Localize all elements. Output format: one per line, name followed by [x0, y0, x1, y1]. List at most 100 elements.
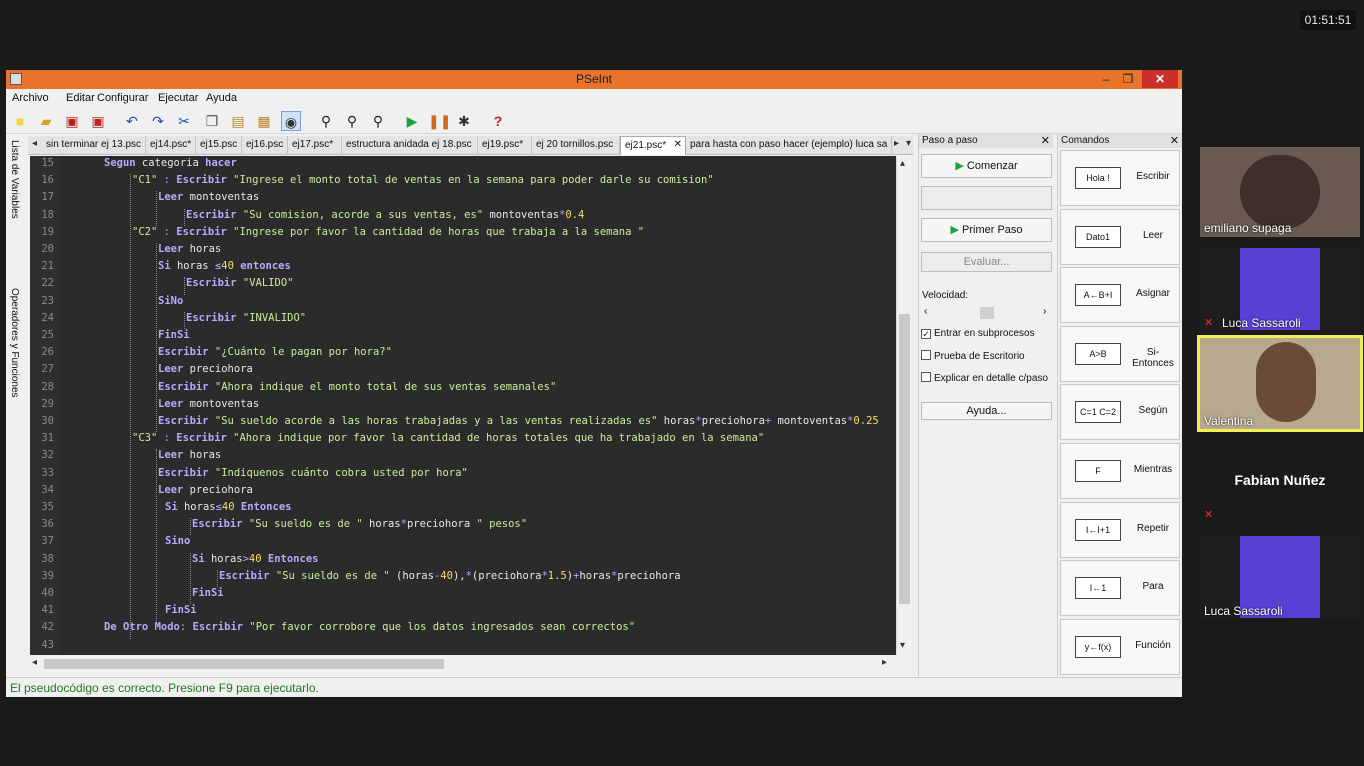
tab-file[interactable]: estructura anidada ej 18.psc: [342, 136, 478, 155]
command-leer[interactable]: Dato1 Leer: [1060, 208, 1180, 265]
find-icon[interactable]: ⚲: [316, 111, 336, 131]
evaluar-button[interactable]: Evaluar...: [921, 252, 1052, 272]
code-line[interactable]: Leer horas: [158, 243, 221, 255]
command-para[interactable]: I←1 Para: [1060, 560, 1180, 617]
redo-icon[interactable]: ↷: [148, 111, 168, 131]
new-file-icon[interactable]: ■: [10, 111, 30, 131]
scroll-thumb[interactable]: [44, 659, 444, 669]
code-line[interactable]: "C2" : Escribir "Ingrese por favor la ca…: [132, 226, 644, 238]
tab-file[interactable]: ej17.psc*: [288, 136, 342, 155]
code-line[interactable]: Escribir "INVALIDO": [186, 312, 306, 324]
code-line[interactable]: Escribir "¿Cuánto le pagan por hora?": [158, 346, 392, 358]
tab-file[interactable]: ej19.psc*: [478, 136, 532, 155]
scroll-up-icon[interactable]: ▴: [900, 158, 905, 169]
indent-icon[interactable]: ◉: [281, 111, 301, 131]
tab-file[interactable]: ej15.psc: [196, 136, 242, 155]
code-line[interactable]: Escribir "Su sueldo es de " horas*precio…: [192, 518, 527, 530]
code-line[interactable]: Sino: [165, 535, 190, 547]
escritorio-checkbox[interactable]: Prueba de Escritorio: [921, 350, 1025, 362]
menu-configurar[interactable]: Configurar: [97, 92, 148, 104]
command-según[interactable]: C=1 C=2 Según: [1060, 384, 1180, 441]
close-icon[interactable]: ✕: [1041, 134, 1050, 147]
comenzar-button[interactable]: ▶ Comenzar: [921, 154, 1052, 178]
paste-icon[interactable]: ▤: [228, 111, 248, 131]
select-icon[interactable]: ▦: [254, 111, 274, 131]
code-line[interactable]: Escribir "VALIDO": [186, 277, 293, 289]
minimize-button[interactable]: –: [1098, 70, 1114, 88]
command-asignar[interactable]: A←B+I Asignar: [1060, 267, 1180, 324]
open-folder-icon[interactable]: ▰: [36, 111, 56, 131]
close-icon[interactable]: ✕: [1170, 134, 1179, 147]
command-repetir[interactable]: I←I+1 Repetir: [1060, 501, 1180, 558]
code-line[interactable]: Leer preciohora: [158, 484, 253, 496]
code-line[interactable]: Escribir "Su comision, acorde a sus vent…: [186, 209, 584, 221]
slider-left-icon[interactable]: ‹: [924, 306, 927, 317]
menu-ayuda[interactable]: Ayuda: [206, 92, 237, 104]
primer-paso-button[interactable]: ▶ Primer Paso: [921, 218, 1052, 242]
tabs-scroll-left-icon[interactable]: ◂: [32, 138, 37, 149]
scroll-down-icon[interactable]: ▾: [900, 640, 905, 651]
help-icon[interactable]: ?: [488, 111, 508, 131]
save-icon[interactable]: ▣: [62, 111, 82, 131]
command-mientras[interactable]: F Mientras: [1060, 443, 1180, 499]
code-line[interactable]: "C1" : Escribir "Ingrese el monto total …: [132, 174, 714, 186]
save-as-icon[interactable]: ▣: [88, 111, 108, 131]
code-line[interactable]: FinSi: [158, 329, 190, 341]
code-line[interactable]: Leer montoventas: [158, 398, 259, 410]
tab-file[interactable]: sin terminar ej 13.psc: [42, 136, 146, 155]
code-line[interactable]: FinSi: [192, 587, 224, 599]
variables-panel-tab[interactable]: Lista de Variables: [9, 140, 20, 219]
tab-file[interactable]: ej16.psc: [242, 136, 288, 155]
editor-horizontal-scrollbar[interactable]: ◂ ▸: [30, 657, 896, 671]
tab-close-icon[interactable]: ✕: [674, 139, 682, 150]
code-editor[interactable]: 15 16 17 18 19 20 21 22 23 24 25 26 27 28 29 30 31 32 33 34…: [30, 156, 902, 655]
ayuda-button[interactable]: Ayuda...: [921, 402, 1052, 420]
menu-editar[interactable]: Editar: [66, 92, 95, 104]
code-line[interactable]: SiNo: [158, 295, 183, 307]
copy-icon[interactable]: ❐: [202, 111, 222, 131]
scroll-thumb[interactable]: [899, 314, 910, 604]
editor-vertical-scrollbar[interactable]: ▴ ▾: [896, 156, 912, 655]
code-line[interactable]: Leer montoventas: [158, 191, 259, 203]
command-si-entonces[interactable]: A>B Si-Entonces: [1060, 325, 1180, 382]
code-line[interactable]: Si horas>40 Entonces: [192, 553, 318, 565]
tabs-list-icon[interactable]: ▾: [906, 138, 911, 149]
debug-icon[interactable]: ✱: [454, 111, 474, 131]
tab-file[interactable]: para hasta con paso hacer (ejemplo) luca…: [686, 136, 892, 155]
close-button[interactable]: ✕: [1142, 70, 1178, 88]
code-line[interactable]: De Otro Modo: Escribir "Por favor corrob…: [104, 621, 635, 633]
slider-right-icon[interactable]: ›: [1043, 306, 1046, 317]
subprocesos-checkbox[interactable]: ✓ Entrar en subprocesos: [921, 328, 1035, 339]
undo-icon[interactable]: ↶: [122, 111, 142, 131]
cut-icon[interactable]: ✂: [174, 111, 194, 131]
tabs-scroll-right-icon[interactable]: ▸: [894, 138, 899, 149]
find-next-icon[interactable]: ⚲: [342, 111, 362, 131]
command-función[interactable]: y←f(x) Función: [1060, 618, 1180, 675]
replace-icon[interactable]: ⚲: [368, 111, 388, 131]
code-line[interactable]: Escribir "Su sueldo acorde a las horas t…: [158, 415, 879, 427]
menu-ejecutar[interactable]: Ejecutar: [158, 92, 198, 104]
tab-file[interactable]: ej 20 tornillos.psc: [532, 136, 620, 155]
code-line[interactable]: Escribir "Su sueldo es de " (horas-40),*…: [219, 570, 681, 582]
scroll-right-icon[interactable]: ▸: [882, 657, 887, 668]
step-icon[interactable]: ❚❚: [428, 111, 451, 131]
code-line[interactable]: Escribir "Ahora indique el monto total d…: [158, 381, 556, 393]
speed-slider[interactable]: ‹ ›: [922, 306, 1052, 320]
code-line[interactable]: "C3" : Escribir "Ahora indique por favor…: [132, 432, 764, 444]
run-icon[interactable]: ▶: [402, 111, 422, 131]
slider-thumb[interactable]: [980, 307, 994, 319]
maximize-button[interactable]: ❐: [1120, 70, 1136, 88]
explicar-checkbox[interactable]: Explicar en detalle c/paso: [921, 372, 1048, 384]
code-line[interactable]: Segun categoria hacer: [104, 157, 237, 169]
code-line[interactable]: Si horas ≤40 entonces: [158, 260, 291, 272]
code-line[interactable]: Leer preciohora: [158, 363, 253, 375]
code-line[interactable]: FinSi: [165, 604, 197, 616]
command-escribir[interactable]: Hola ! Escribir: [1060, 150, 1180, 206]
tab-active-file[interactable]: ej21.psc* ✕: [620, 136, 686, 155]
scroll-left-icon[interactable]: ◂: [32, 657, 37, 668]
code-line[interactable]: Escribir "Indiquenos cuánto cobra usted …: [158, 467, 468, 479]
menu-archivo[interactable]: Archivo: [12, 92, 49, 104]
tab-file[interactable]: ej14.psc*: [146, 136, 196, 155]
code-line[interactable]: Si horas≤40 Entonces: [165, 501, 291, 513]
operators-panel-tab[interactable]: Operadores y Funciones: [9, 288, 20, 398]
